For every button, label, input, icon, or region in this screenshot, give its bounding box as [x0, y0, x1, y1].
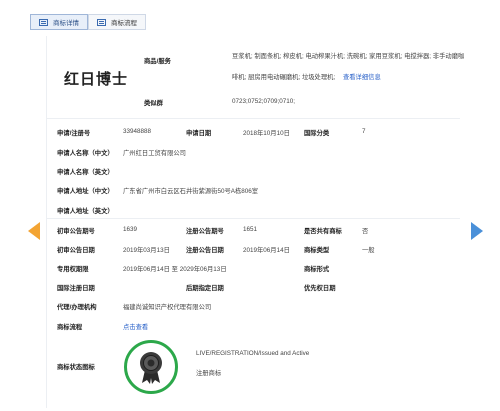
tm-type-label: 商标类型: [304, 247, 330, 254]
status-icon-label: 商标状态图标: [57, 364, 95, 371]
intl-class-label: 国际分类: [304, 130, 330, 137]
later-date-label: 后期指定日期: [186, 285, 224, 292]
divider: [46, 218, 460, 219]
document-icon: [39, 18, 48, 26]
process-view-link[interactable]: 点击查看: [123, 322, 148, 331]
next-arrow-icon[interactable]: [471, 222, 483, 240]
tab-trademark-details[interactable]: 商标详情: [30, 14, 88, 30]
trademark-logo: 红日博士: [60, 57, 132, 99]
goods-line-2-text: 啡机; 厨房用电动碾磨机; 垃圾处理机;: [232, 74, 336, 81]
process-label: 商标流程: [57, 324, 83, 331]
agent-value: 福建尚诚知识产权代理有限公司: [123, 304, 212, 311]
prelim-date-label: 初审公告日期: [57, 247, 95, 254]
apply-date-label: 申请日期: [186, 130, 212, 137]
reg-no-label: 申请/注册号: [57, 130, 91, 137]
class-group-label: 类似群: [144, 100, 163, 107]
list-icon: [97, 18, 106, 26]
reg-pub-date-value: 2019年06月14日: [243, 247, 290, 254]
goods-label: 商品/服务: [144, 58, 171, 65]
reg-pub-no-value: 1651: [243, 226, 258, 233]
medal-icon: [140, 352, 162, 384]
reg-no-value: 33948888: [123, 128, 152, 135]
previous-arrow-icon[interactable]: [28, 222, 40, 240]
apply-date-value: 2018年10月10日: [243, 130, 290, 137]
prelim-no-label: 初审公告期号: [57, 228, 95, 235]
reg-pub-date-label: 注册公告日期: [186, 247, 224, 254]
tab-label: 商标流程: [111, 20, 137, 27]
divider: [46, 118, 460, 119]
class-group-value: 0723;0752;0709;0710;: [232, 98, 296, 105]
intl-reg-date-label: 国际注册日期: [57, 285, 95, 292]
address-en-label: 申请人地址（英文）: [57, 208, 114, 215]
shared-label: 是否共有商标: [304, 228, 342, 235]
intl-class-value: 7: [362, 128, 366, 135]
priority-date-label: 优先权日期: [304, 285, 336, 292]
prelim-date-value: 2019年03月13日: [123, 247, 170, 254]
applicant-cn-value: 广州红日工贸有限公司: [123, 150, 186, 157]
view-details-link[interactable]: 查看详细信息: [343, 74, 381, 81]
goods-line-1: 豆浆机; 制面条机; 榨皮机; 电动榨果汁机; 洗碗机; 家用豆浆机; 电搅拌器…: [232, 53, 465, 60]
exclusive-period-label: 专用权期限: [57, 266, 89, 273]
status-en-value: LIVE/REGISTRATION/Issued and Active: [196, 350, 310, 357]
status-cn-value: 注册商标: [196, 370, 222, 377]
agent-label: 代理/办理机构: [57, 304, 97, 311]
applicant-cn-label: 申请人名称（中文）: [57, 150, 114, 157]
tab-label: 商标详情: [53, 20, 79, 27]
tm-form-label: 商标形式: [304, 266, 330, 273]
reg-pub-no-label: 注册公告期号: [186, 228, 224, 235]
shared-value: 否: [362, 228, 369, 235]
goods-text: 豆浆机; 制面条机; 榨皮机; 电动榨果汁机; 洗碗机; 家用豆浆机; 电搅拌器…: [232, 46, 472, 88]
trademark-logo-text: 红日博士: [63, 69, 128, 88]
exclusive-period-value: 2019年06月14日 至 2029年06月13日: [123, 266, 227, 273]
registered-badge-icon: [124, 340, 178, 394]
address-cn-label: 申请人地址（中文）: [57, 188, 114, 195]
tab-trademark-process[interactable]: 商标流程: [88, 14, 146, 30]
prelim-no-value: 1639: [123, 226, 138, 233]
goods-line-2: 啡机; 厨房用电动碾磨机; 垃圾处理机; 查看详细信息: [232, 67, 472, 88]
tm-type-value: 一般: [362, 247, 375, 254]
address-cn-value: 广东省广州市白云区石井街紫源街50号A栋806室: [123, 188, 259, 195]
detail-tabs: 商标详情 商标流程: [30, 14, 146, 30]
applicant-en-label: 申请人名称（英文）: [57, 169, 114, 176]
